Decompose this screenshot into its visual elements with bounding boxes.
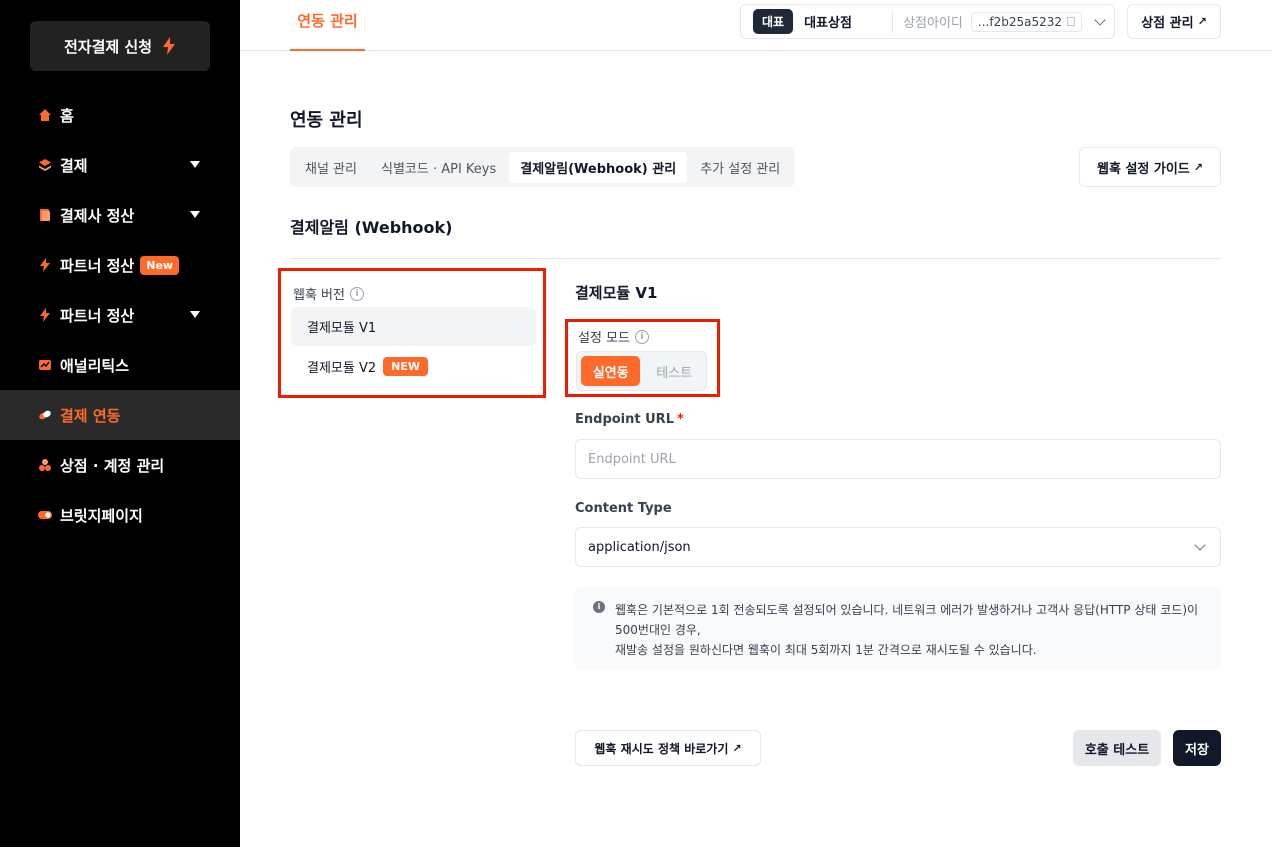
sidebar-item-label: 결제사 정산 (60, 206, 135, 225)
retry-link-label: 웹훅 재시도 정책 바로가기 (594, 741, 729, 756)
sidebar-item-label: 결제 연동 (60, 406, 121, 425)
endpoint-url-label: Endpoint URL * (575, 412, 684, 427)
external-link-icon: ↗ (1197, 15, 1207, 28)
endpoint-label-text: Endpoint URL (575, 412, 674, 427)
mode-toggle: 실연동 테스트 (576, 351, 707, 391)
top-bar: 연동 관리 대표 대표상점 상점아이디 ...f2b25a5232 상점 관리 … (240, 0, 1272, 51)
chevron-down-icon (190, 211, 200, 218)
tab-webhook-management[interactable]: 결제알림(Webhook) 관리 (509, 151, 688, 183)
bolt-icon (38, 258, 52, 272)
subtab-bar: 채널 관리 식별코드 · API Keys 결제알림(Webhook) 관리 추… (290, 147, 795, 187)
module-title: 결제모듈 V1 (575, 284, 658, 302)
version-label: 결제모듈 V2 (307, 361, 377, 376)
content-type-label: Content Type (575, 501, 672, 516)
home-icon (38, 108, 52, 122)
chevron-down-icon (1094, 13, 1106, 26)
new-badge: NEW (383, 357, 428, 376)
store-selector[interactable]: 대표 대표상점 상점아이디 ...f2b25a5232 (740, 4, 1115, 39)
notice-line-2: 재발송 설정을 원하신다면 웹훅이 최대 5회까지 1분 간격으로 재시도될 수… (615, 643, 1037, 657)
page-title: 연동 관리 (290, 110, 363, 131)
sidebar-nav: 홈 결제 결제사 정산 파트너 정산 New 파트너 정산 애널리틱스 결제 연… (0, 90, 240, 540)
version-label: 결제모듈 V1 (307, 321, 377, 336)
external-link-icon: ↗ (1193, 160, 1203, 174)
guide-label: 웹훅 설정 가이드 (1097, 161, 1190, 177)
store-icon (38, 458, 52, 472)
version-item-v1[interactable]: 결제모듈 V1 (291, 307, 536, 346)
sidebar-item-label: 파트너 정산 (60, 306, 135, 325)
version-item-v2[interactable]: 결제모듈 V2 NEW (291, 347, 536, 386)
tab-integration-management[interactable]: 연동 관리 (290, 0, 365, 51)
sidebar-item-label: 결제 (60, 156, 88, 175)
store-id-label: 상점아이디 (903, 16, 963, 31)
store-name: 대표상점 (804, 16, 852, 31)
external-link-icon: ↗ (732, 741, 742, 755)
bolt-icon (163, 37, 176, 55)
sidebar-item-home[interactable]: 홈 (0, 90, 240, 140)
call-test-button[interactable]: 호출 테스트 (1073, 730, 1161, 766)
store-management-label: 상점 관리 (1141, 16, 1194, 31)
divider (892, 10, 894, 33)
setting-mode-panel: 설정 모드 i 실연동 테스트 (565, 319, 720, 397)
tab-api-keys[interactable]: 식별코드 · API Keys (370, 152, 507, 183)
mode-label-text: 설정 모드 (578, 331, 630, 346)
mode-live-button[interactable]: 실연동 (581, 356, 641, 386)
sidebar-item-bridge-page[interactable]: 브릿지페이지 (0, 490, 240, 540)
sidebar-item-label: 애널리틱스 (60, 356, 130, 375)
new-badge: New (140, 255, 180, 275)
divider (290, 258, 1221, 259)
setting-mode-label: 설정 모드 i (578, 327, 649, 346)
store-id-chip[interactable]: ...f2b25a5232 (970, 11, 1082, 32)
sidebar-item-payment-integration[interactable]: 결제 연동 (0, 390, 240, 440)
webhook-version-panel: 웹훅 버전 i 결제모듈 V1 결제모듈 V2 NEW (278, 268, 546, 398)
apply-label: 전자결제 신청 (63, 37, 153, 56)
webhook-version-label: 웹훅 버전 i (293, 284, 364, 303)
webhook-guide-button[interactable]: 웹훅 설정 가이드 ↗ (1079, 147, 1221, 187)
toggle-icon (38, 508, 52, 522)
retry-policy-link[interactable]: 웹훅 재시도 정책 바로가기 ↗ (575, 730, 761, 766)
layers-icon (38, 158, 52, 172)
sidebar-item-label: 파트너 정산 (60, 256, 135, 275)
link-icon (38, 408, 52, 422)
sidebar-item-partner-settlement[interactable]: 파트너 정산 (0, 290, 240, 340)
sidebar-item-store-account[interactable]: 상점 · 계정 관리 (0, 440, 240, 490)
version-label-text: 웹훅 버전 (293, 288, 345, 303)
chevron-down-icon (190, 311, 200, 318)
representative-badge: 대표 (753, 9, 794, 34)
tab-channel-management[interactable]: 채널 관리 (294, 152, 368, 183)
content-type-value: application/json (588, 539, 691, 555)
sidebar-item-label: 브릿지페이지 (60, 506, 143, 525)
sidebar-item-analytics[interactable]: 애널리틱스 (0, 340, 240, 390)
webhook-notice: i 웹훅은 기본적으로 1회 전송되도록 설정되어 있습니다. 네트워크 에러가… (575, 587, 1221, 670)
content-type-select[interactable]: application/json (575, 527, 1221, 567)
document-icon (38, 208, 52, 222)
mode-test-button[interactable]: 테스트 (646, 356, 702, 386)
chart-icon (38, 358, 52, 372)
sidebar-item-partner-settlement-new[interactable]: 파트너 정산 New (0, 240, 240, 290)
apply-payment-button[interactable]: 전자결제 신청 (30, 21, 210, 71)
notice-line-1: 웹훅은 기본적으로 1회 전송되도록 설정되어 있습니다. 네트워크 에러가 발… (615, 603, 1199, 637)
store-management-button[interactable]: 상점 관리 ↗ (1127, 4, 1221, 39)
endpoint-url-input[interactable] (575, 439, 1221, 479)
tab-additional-settings[interactable]: 추가 설정 관리 (689, 152, 791, 183)
sidebar-item-pg-settlement[interactable]: 결제사 정산 (0, 190, 240, 240)
info-icon: i (593, 601, 605, 613)
sidebar-item-label: 홈 (60, 106, 74, 125)
info-icon[interactable]: i (634, 329, 649, 344)
copy-icon[interactable] (1067, 17, 1075, 26)
main-content: 연동 관리 채널 관리 식별코드 · API Keys 결제알림(Webhook… (240, 51, 1272, 847)
chevron-down-icon (190, 161, 200, 168)
info-icon[interactable]: i (349, 286, 364, 301)
sidebar: 전자결제 신청 홈 결제 결제사 정산 파트너 정산 New 파트너 정산 애널… (0, 0, 240, 847)
sidebar-item-label: 상점 · 계정 관리 (60, 456, 165, 475)
required-mark: * (676, 412, 684, 427)
bolt-icon (38, 308, 52, 322)
store-id-value: ...f2b25a5232 (977, 14, 1062, 29)
chevron-down-icon (1194, 539, 1206, 551)
section-title: 결제알림 (Webhook) (290, 218, 453, 237)
sidebar-item-payment[interactable]: 결제 (0, 140, 240, 190)
save-button[interactable]: 저장 (1173, 730, 1221, 766)
